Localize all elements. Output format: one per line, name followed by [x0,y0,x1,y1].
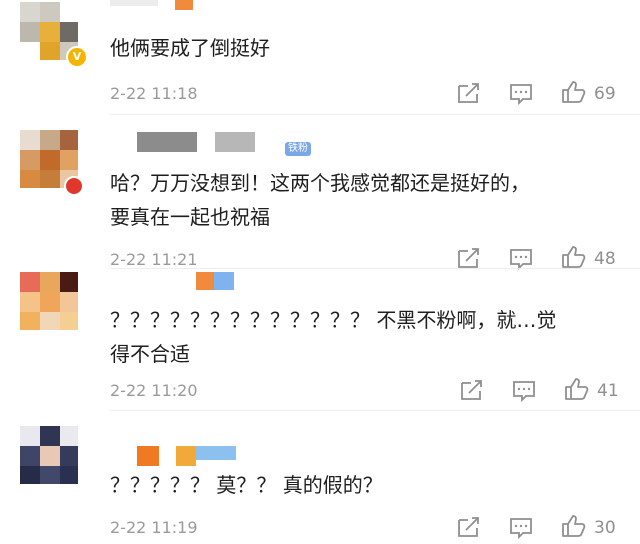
thumbs-up-icon [562,81,586,103]
comment-text: ？？？？？ 莫？？ 真的假的？ [110,473,383,497]
like-count: 41 [597,381,619,401]
like-button[interactable] [561,514,587,538]
like-count: 69 [594,84,616,104]
comment-icon[interactable] [509,248,533,270]
share-icon[interactable] [457,82,481,104]
share-icon[interactable] [460,379,484,401]
comment-text: ？？？？？？？？？？？？？ 不黑不粉啊，就…觉 得不合适 [110,308,557,366]
divider [110,114,640,115]
username[interactable] [196,272,214,290]
comment-text: 哈？万万没想到！这两个我感觉都还是挺好的， 要真在一起也祝福 [110,171,530,229]
timestamp: 2-22 11:20 [110,381,198,400]
thumbs-up-icon [562,515,586,537]
share-icon[interactable] [457,247,481,269]
comment-item: ？？？？？？？？？？？？？ 不黑不粉啊，就…觉 得不合适 2-22 11:20 … [0,270,640,410]
badge-icon [64,176,84,196]
username[interactable] [137,446,159,466]
timestamp: 2-22 11:18 [110,84,198,103]
avatar[interactable] [20,426,78,484]
thumbs-up-icon [565,378,589,400]
timestamp: 2-22 11:19 [110,518,198,537]
comment-icon[interactable] [509,517,533,539]
username-blur [196,446,236,460]
divider [110,268,640,269]
fan-badge: 铁粉 [285,142,311,156]
thumbs-up-icon [562,246,586,268]
username-blur [176,446,196,466]
comment-item: ？？？？？ 莫？？ 真的假的？ 2-22 11:19 30 [0,412,640,544]
share-icon[interactable] [457,516,481,538]
comment-item: V 他俩要成了倒挺好 2-22 11:18 69 [0,0,640,112]
username-blur [215,132,255,152]
comment-item: 铁粉 哈？万万没想到！这两个我感觉都还是挺好的， 要真在一起也祝福 2-22 1… [0,116,640,270]
username[interactable] [137,132,197,152]
verified-badge-icon: V [66,46,88,68]
like-button[interactable] [561,80,587,104]
avatar[interactable] [20,272,78,330]
like-button[interactable] [561,245,587,269]
like-button[interactable] [564,377,590,401]
comment-icon[interactable] [512,380,536,402]
username[interactable] [175,0,193,10]
like-count: 48 [594,249,616,269]
comment-text: 他俩要成了倒挺好 [110,36,270,60]
username-blur [214,272,234,290]
divider [110,410,640,411]
comment-icon[interactable] [509,83,533,105]
username-blur [110,0,158,6]
timestamp: 2-22 11:21 [110,250,198,269]
like-count: 30 [594,518,616,538]
